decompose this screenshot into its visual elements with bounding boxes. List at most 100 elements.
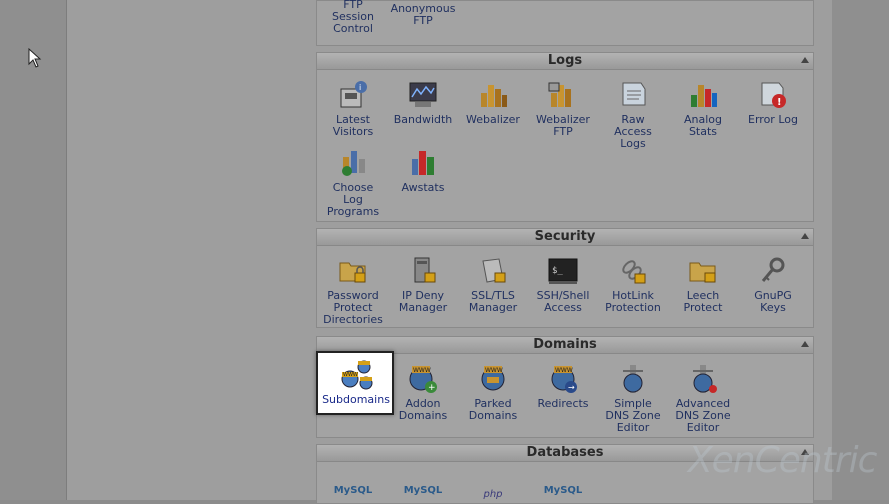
webalizer-ftp-link[interactable]: Webalizer FTP xyxy=(528,79,598,138)
collapse-arrow-icon[interactable] xyxy=(801,57,809,63)
bandwidth-icon xyxy=(409,82,437,107)
svg-text:→: → xyxy=(568,383,575,392)
svg-text:i: i xyxy=(359,83,361,92)
raw-access-logs-label: Raw Access Logs xyxy=(614,113,652,150)
subdomains-highlight[interactable]: WWW Subdomains xyxy=(316,351,394,415)
chain-lock-icon xyxy=(622,260,646,284)
anonymous-ftp-label: Anonymous FTP xyxy=(390,2,456,27)
parked-domains-link[interactable]: WWW Parked Domains xyxy=(458,363,528,422)
raw-access-logs-link[interactable]: Raw Access Logs xyxy=(598,79,668,150)
error-log-link[interactable]: ! Error Log xyxy=(738,79,808,126)
svg-text:WWW: WWW xyxy=(485,367,503,374)
svg-text:$_: $_ xyxy=(552,266,563,276)
svg-text:!: ! xyxy=(777,97,782,108)
phpmyadmin-link[interactable]: php xyxy=(458,471,528,501)
awstats-label: Awstats xyxy=(401,181,445,194)
globe-redirect-icon: WWW → xyxy=(551,366,577,393)
choose-log-programs-label: Choose Log Programs xyxy=(326,181,380,218)
advanced-dns-zone-editor-link[interactable]: Advanced DNS Zone Editor xyxy=(668,363,738,434)
raw-access-logs-icon xyxy=(622,82,646,106)
php-logo-label: php xyxy=(483,489,503,500)
password-protect-link[interactable]: Password Protect Directories xyxy=(318,255,388,326)
webalizer-label: Webalizer xyxy=(466,113,520,126)
logs-panel: Logs i Latest Visitors Bandwidth Webaliz… xyxy=(316,52,814,222)
hotlink-protection-label: HotLink Protection xyxy=(605,289,661,314)
collapse-arrow-icon[interactable] xyxy=(801,233,809,239)
mysql-logo-label: MySQL xyxy=(333,485,373,496)
globe-add-icon: WWW + xyxy=(409,366,437,393)
redirects-link[interactable]: WWW → Redirects xyxy=(528,363,598,410)
ftp-session-control-label: FTP Session Control xyxy=(332,0,374,35)
leech-protect-link[interactable]: Leech Protect xyxy=(668,255,738,314)
addon-domains-link[interactable]: WWW + Addon Domains xyxy=(388,363,458,422)
mysql-databases-link[interactable]: MySQL xyxy=(318,471,388,497)
latest-visitors-link[interactable]: i Latest Visitors xyxy=(318,79,388,138)
ftp-session-control-link[interactable]: FTP Session Control xyxy=(318,0,388,35)
xencentric-watermark: XenCentric xyxy=(688,440,877,481)
awstats-icon xyxy=(412,151,434,175)
key-icon xyxy=(761,257,785,282)
security-panel-title: Security xyxy=(534,229,596,244)
remote-mysql-link[interactable]: MySQL xyxy=(528,471,598,497)
domains-panel-title: Domains xyxy=(533,337,597,352)
security-panel-header[interactable]: Security xyxy=(317,229,813,246)
subdomains-globe-icon: WWW xyxy=(341,360,373,390)
logs-panel-header[interactable]: Logs xyxy=(317,53,813,70)
addon-domains-label: Addon Domains xyxy=(398,397,448,422)
subdomains-link[interactable]: WWW Subdomains xyxy=(320,359,392,406)
analog-stats-label: Analog Stats xyxy=(683,113,722,138)
ssl-tls-manager-link[interactable]: SSL/TLS Manager xyxy=(458,255,528,314)
globe-parked-icon: WWW xyxy=(481,366,505,391)
hotlink-protection-link[interactable]: HotLink Protection xyxy=(598,255,668,314)
security-panel: Security Password Protect Directories IP… xyxy=(316,228,814,328)
advanced-dns-zone-editor-label: Advanced DNS Zone Editor xyxy=(675,397,731,434)
webalizer-ftp-icon xyxy=(548,82,571,107)
left-gutter xyxy=(0,0,66,500)
databases-panel-title: Databases xyxy=(526,445,604,460)
webalizer-link[interactable]: Webalizer xyxy=(458,79,528,126)
analog-stats-icon xyxy=(691,85,717,107)
choose-log-programs-link[interactable]: Choose Log Programs xyxy=(318,147,388,218)
certificate-lock-icon xyxy=(482,258,506,283)
ssh-shell-access-link[interactable]: $_ SSH/Shell Access xyxy=(528,255,598,314)
error-log-icon: ! xyxy=(761,82,786,108)
anonymous-ftp-link[interactable]: Anonymous FTP xyxy=(388,3,458,27)
mysql-wizard-link[interactable]: MySQL xyxy=(388,471,458,497)
folder-lock-icon xyxy=(339,262,366,283)
analog-stats-link[interactable]: Analog Stats xyxy=(668,79,738,138)
subdomains-label: Subdomains xyxy=(322,393,390,406)
ip-deny-manager-label: IP Deny Manager xyxy=(398,289,448,314)
bandwidth-link[interactable]: Bandwidth xyxy=(388,79,458,126)
parked-domains-label: Parked Domains xyxy=(468,397,518,422)
ssh-shell-access-label: SSH/Shell Access xyxy=(536,289,590,314)
password-protect-label: Password Protect Directories xyxy=(323,289,383,326)
svg-text:WWW: WWW xyxy=(413,367,431,374)
redirects-label: Redirects xyxy=(537,397,589,410)
dns-zone-advanced-icon xyxy=(693,365,717,393)
webalizer-icon xyxy=(481,85,507,107)
logs-panel-title: Logs xyxy=(547,53,583,68)
leech-protect-label: Leech Protect xyxy=(683,289,723,314)
folder-lock-icon xyxy=(689,262,716,283)
choose-log-programs-icon xyxy=(342,151,365,176)
terminal-icon: $_ xyxy=(548,258,578,284)
server-lock-icon xyxy=(414,257,436,283)
gnupg-keys-link[interactable]: GnuPG Keys xyxy=(738,255,808,314)
latest-visitors-icon: i xyxy=(340,81,367,108)
simple-dns-zone-editor-label: Simple DNS Zone Editor xyxy=(605,397,661,434)
simple-dns-zone-editor-link[interactable]: Simple DNS Zone Editor xyxy=(598,363,668,434)
ip-deny-manager-link[interactable]: IP Deny Manager xyxy=(388,255,458,314)
ftp-panel: FTP Session Control Anonymous FTP xyxy=(316,0,814,46)
svg-text:WWW: WWW xyxy=(343,372,358,378)
dns-zone-icon xyxy=(623,365,643,393)
mouse-pointer-icon xyxy=(28,48,42,68)
bandwidth-label: Bandwidth xyxy=(393,113,453,126)
remote-mysql-logo-label: MySQL xyxy=(543,485,583,496)
svg-text:WWW: WWW xyxy=(555,367,573,374)
webalizer-ftp-label: Webalizer FTP xyxy=(536,113,590,138)
error-log-label: Error Log xyxy=(748,113,798,126)
latest-visitors-label: Latest Visitors xyxy=(332,113,374,138)
mysql-wizard-logo-label: MySQL xyxy=(403,485,443,496)
collapse-arrow-icon[interactable] xyxy=(801,341,809,347)
awstats-link[interactable]: Awstats xyxy=(388,147,458,194)
